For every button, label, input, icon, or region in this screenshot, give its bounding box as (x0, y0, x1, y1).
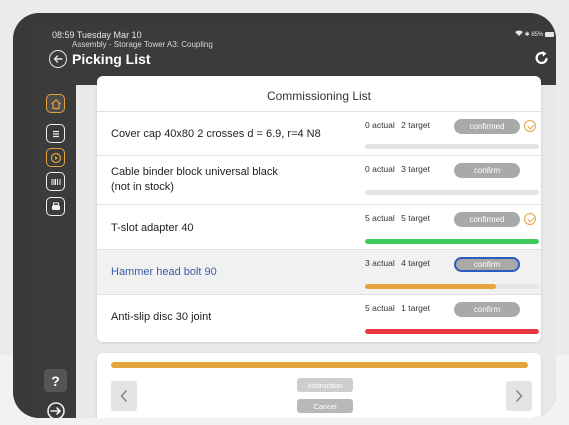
item-counts: 3 actual 4 target (365, 258, 430, 268)
target-count: 2 target (401, 120, 430, 130)
bottom-panel: Instruction Cancel (97, 353, 541, 418)
confirmed-button[interactable]: confirmed (454, 212, 520, 227)
total-progress-bar (111, 362, 529, 368)
item-progress-bar (365, 190, 539, 195)
item-counts: 5 actual 1 target (365, 303, 430, 313)
cancel-button[interactable]: Cancel (297, 399, 353, 413)
item-progress-bar (365, 329, 539, 334)
logout-button[interactable] (45, 400, 67, 418)
refresh-icon (535, 51, 548, 65)
actual-count: 0 actual (365, 164, 395, 174)
actual-count: 5 actual (365, 303, 395, 313)
item-progress-bar (365, 144, 539, 149)
page-title: Picking List (72, 51, 151, 67)
arrow-left-icon (53, 55, 63, 63)
home-button[interactable] (46, 94, 65, 113)
item-counts: 0 actual 3 target (365, 164, 430, 174)
target-count: 5 target (401, 213, 430, 223)
confirmed-button[interactable]: confirmed (454, 119, 520, 134)
item-name-line1: Cable binder block universal black (111, 166, 278, 178)
list-item[interactable]: Cable binder block universal black (not … (97, 155, 541, 204)
list-item[interactable]: Anti-slip disc 30 joint 5 actual 1 targe… (97, 294, 541, 342)
check-icon (524, 120, 536, 132)
sidebar: ? (34, 85, 76, 418)
battery-icon (545, 31, 554, 37)
list-item[interactable]: T-slot adapter 40 5 actual 5 target conf… (97, 204, 541, 249)
confirm-button[interactable]: confirm (454, 163, 520, 178)
status-clock: 08:59 (52, 30, 75, 40)
instruction-button[interactable]: Instruction (297, 378, 353, 392)
target-count: 3 target (401, 164, 430, 174)
progress-fill (365, 239, 539, 244)
previous-button[interactable] (111, 381, 137, 411)
breadcrumb: Assembly - Storage Tower A3: Coupling (72, 40, 213, 49)
bluetooth-icon: ✱ (524, 32, 530, 38)
list-title: Commissioning List (266, 89, 372, 103)
battery-percent: 85% (531, 32, 544, 38)
home-icon (50, 98, 61, 109)
item-name: Anti-slip disc 30 joint (111, 311, 212, 323)
status-icons: ✱ 85% (514, 30, 554, 38)
list-icon (52, 130, 59, 137)
item-name: Cable binder block universal black (not … (111, 165, 278, 195)
confirm-button[interactable]: confirm (454, 302, 520, 317)
logout-icon (47, 402, 65, 418)
item-name: T-slot adapter 40 (111, 222, 194, 234)
play-icon (50, 152, 61, 163)
item-progress-bar (365, 239, 539, 244)
item-counts: 0 actual 2 target (365, 120, 430, 130)
chevron-left-icon (120, 389, 128, 403)
confirm-button[interactable]: confirm (454, 257, 520, 272)
scan-button[interactable] (46, 172, 65, 191)
next-button[interactable] (506, 381, 532, 411)
actual-count: 3 actual (365, 258, 395, 268)
printer-icon (51, 202, 60, 210)
list-button[interactable] (46, 124, 65, 143)
barcode-icon (51, 178, 60, 185)
wifi-icon (514, 30, 525, 38)
list-item-selected[interactable]: Hammer head bolt 90 3 actual 4 target co… (97, 249, 541, 294)
target-count: 4 target (401, 258, 430, 268)
progress-fill (365, 284, 496, 289)
tablet-frame: 08:59 Tuesday Mar 10 ✱ 85% Assembly - St… (13, 13, 556, 418)
back-button[interactable] (49, 50, 67, 68)
item-counts: 5 actual 5 target (365, 213, 430, 223)
item-progress-bar (365, 284, 539, 289)
play-button[interactable] (46, 148, 65, 167)
help-button[interactable]: ? (44, 369, 67, 392)
commissioning-list: Commissioning List Cover cap 40x80 2 cro… (97, 76, 541, 342)
item-name: Cover cap 40x80 2 crosses d = 6.9, r=4 N… (111, 128, 321, 140)
status-date: Tuesday Mar 10 (76, 30, 142, 40)
app-screen: 08:59 Tuesday Mar 10 ✱ 85% Assembly - St… (34, 29, 556, 418)
chevron-right-icon (515, 389, 523, 403)
actual-count: 5 actual (365, 213, 395, 223)
refresh-button[interactable] (534, 50, 550, 66)
progress-fill (365, 329, 539, 334)
item-name-line2: (not in stock) (111, 181, 174, 193)
status-time: 08:59 Tuesday Mar 10 (52, 30, 142, 40)
list-item[interactable]: Cover cap 40x80 2 crosses d = 6.9, r=4 N… (97, 111, 541, 155)
actual-count: 0 actual (365, 120, 395, 130)
print-button[interactable] (46, 197, 65, 216)
target-count: 1 target (401, 303, 430, 313)
check-icon (524, 213, 536, 225)
item-name: Hammer head bolt 90 (111, 266, 217, 278)
